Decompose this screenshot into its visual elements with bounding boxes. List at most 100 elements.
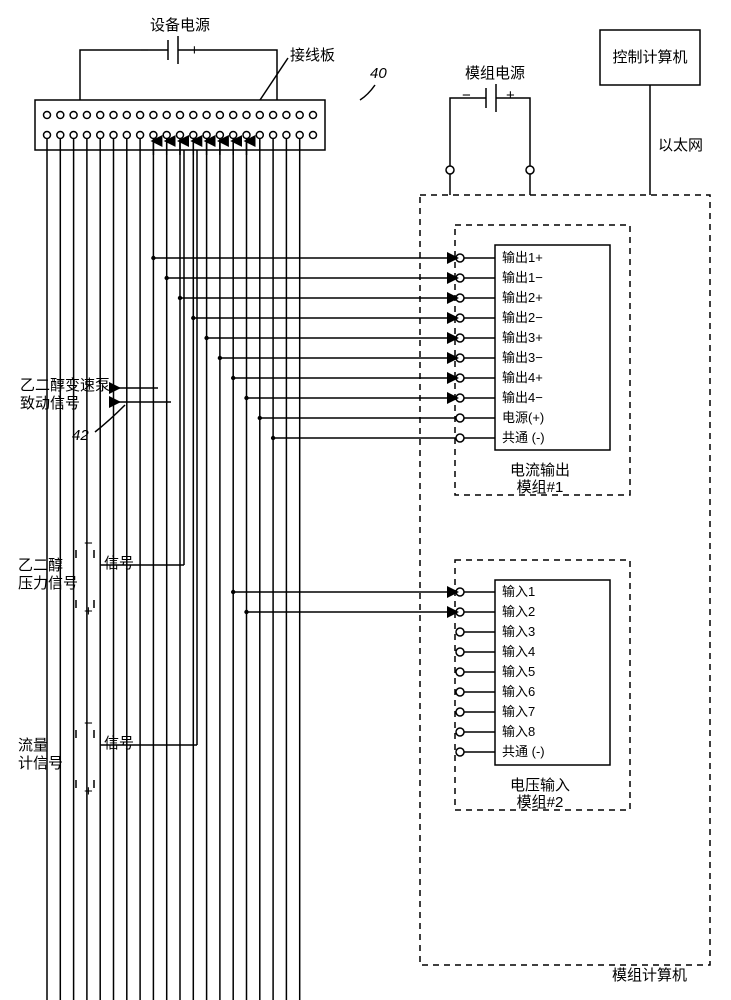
terminal-pin — [163, 132, 170, 139]
terminal-pin — [123, 132, 130, 139]
flow-meter-signal: 流量 计信号 − 信号 + — [18, 150, 197, 800]
terminal-pin — [296, 112, 303, 119]
module-pin — [456, 334, 464, 342]
module-pin — [456, 648, 464, 656]
pump-signal: 乙二醇变速泵 致动信号 42 — [20, 377, 171, 444]
terminal-pin — [283, 112, 290, 119]
svg-text:模组#2: 模组#2 — [517, 794, 564, 811]
pin-label: 输入6 — [502, 684, 535, 699]
terminal-pin — [283, 132, 290, 139]
svg-text:+: + — [84, 603, 93, 620]
pin-label: 输出2− — [502, 310, 543, 325]
module-pin — [456, 254, 464, 262]
pin-label: 输入2 — [502, 604, 535, 619]
terminal-pin — [44, 112, 51, 119]
module-pin — [456, 748, 464, 756]
terminal-pin — [310, 112, 317, 119]
module-pin — [456, 668, 464, 676]
module-pin — [456, 608, 464, 616]
terminal-pin — [110, 112, 117, 119]
terminal-pin — [216, 112, 223, 119]
pin-label: 输出1− — [502, 270, 543, 285]
module-pin — [456, 354, 464, 362]
terminal-pin — [216, 132, 223, 139]
terminal-pin — [270, 132, 277, 139]
terminal-pin — [110, 132, 117, 139]
svg-text:−: − — [84, 535, 93, 552]
terminal-pin — [83, 132, 90, 139]
terminal-pin — [57, 112, 64, 119]
pin-label: 输入5 — [502, 664, 535, 679]
terminal-pin — [190, 132, 197, 139]
module-pin — [456, 708, 464, 716]
terminal-pin — [203, 132, 210, 139]
terminal-pin — [310, 132, 317, 139]
terminal-pin — [230, 132, 237, 139]
pin-label: 输入4 — [502, 644, 535, 659]
terminal-pin — [256, 132, 263, 139]
module-pin — [456, 728, 464, 736]
control-computer-label: 控制计算机 — [612, 48, 687, 66]
module-pin — [456, 274, 464, 282]
terminal-pin — [137, 112, 144, 119]
module-pin — [456, 688, 464, 696]
terminal-pin — [137, 132, 144, 139]
plus-icon: + — [506, 87, 515, 104]
terminal-pin — [190, 112, 197, 119]
module-pin — [456, 414, 464, 422]
terminal-pin — [150, 112, 157, 119]
svg-text:电流输出: 电流输出 — [510, 462, 570, 479]
module-pin — [456, 434, 464, 442]
pin-label: 电源(+) — [502, 410, 544, 425]
pin-label: 共通 (-) — [502, 744, 545, 759]
svg-text:40: 40 — [370, 65, 387, 82]
terminal-pin — [243, 132, 250, 139]
device-power-label: 设备电源 — [150, 17, 210, 34]
terminal-board-label: 接线板 — [290, 46, 335, 64]
figure-ref: 40 — [360, 65, 387, 100]
terminal-pin — [177, 132, 184, 139]
pin-label: 输入7 — [502, 704, 535, 719]
module-power: 模组电源 − + — [446, 65, 534, 195]
terminal-pin — [203, 112, 210, 119]
device-power: 设备电源 − + — [80, 17, 277, 100]
terminal-pin — [83, 112, 90, 119]
pin-label: 输入3 — [502, 624, 535, 639]
ethernet-label: 以太网 — [658, 137, 703, 154]
module-pin — [456, 588, 464, 596]
pin-label: 输出4− — [502, 390, 543, 405]
module-pin — [456, 374, 464, 382]
terminal-pin — [177, 112, 184, 119]
module-pin — [456, 314, 464, 322]
svg-text:计信号: 计信号 — [18, 755, 63, 772]
svg-text:乙二醇: 乙二醇 — [18, 557, 63, 574]
svg-text:−: − — [84, 715, 93, 732]
voltage-input-module: 电压输入 模组#2 输入1输入2输入3输入4输入5输入6输入7输入8共通 (-) — [455, 560, 630, 811]
pin-label: 共通 (-) — [502, 430, 545, 445]
control-computer: 控制计算机 以太网 — [600, 30, 703, 195]
module-pin — [456, 628, 464, 636]
pin-label: 输入8 — [502, 724, 535, 739]
pin-label: 输入1 — [502, 584, 535, 599]
terminal-pin — [296, 132, 303, 139]
svg-text:信号: 信号 — [104, 555, 134, 572]
terminal-pin — [230, 112, 237, 119]
module-computer-label: 模组计算机 — [612, 966, 687, 984]
svg-text:+: + — [84, 783, 93, 800]
svg-text:模组#1: 模组#1 — [517, 479, 564, 496]
terminal-pin — [97, 132, 104, 139]
terminal-pin — [256, 112, 263, 119]
terminal-pin — [70, 132, 77, 139]
terminal-pin — [57, 132, 64, 139]
terminal-pin — [163, 112, 170, 119]
pin-label: 输出3− — [502, 350, 543, 365]
terminal-board-leader — [260, 58, 288, 100]
minus-icon: − — [462, 87, 471, 104]
terminal-pin — [123, 112, 130, 119]
svg-text:信号: 信号 — [104, 735, 134, 752]
pin-label: 输出1+ — [502, 250, 543, 265]
pin-label: 输出2+ — [502, 290, 543, 305]
callout-ref: 42 — [72, 427, 89, 444]
module-power-label: 模组电源 — [465, 65, 525, 82]
svg-text:压力信号: 压力信号 — [18, 575, 78, 592]
